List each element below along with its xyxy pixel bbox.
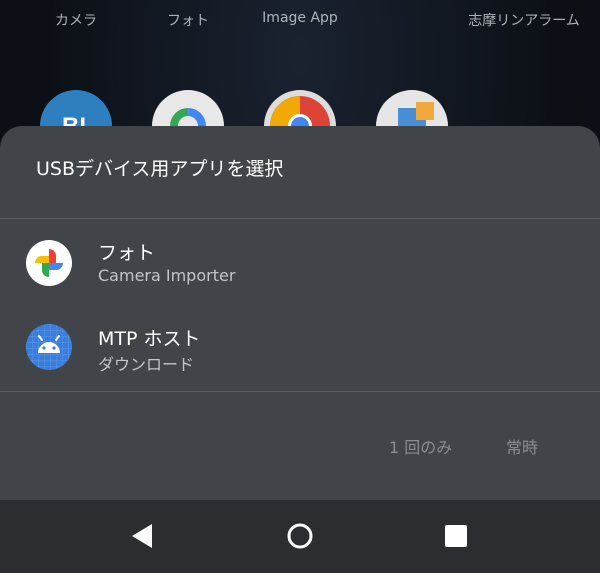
option-mtp-subtitle: ダウンロード	[98, 355, 195, 374]
option-photos[interactable]: フォト Camera Importer	[0, 222, 600, 306]
option-photos-title: フォト	[98, 242, 156, 264]
option-mtp-title: MTP ホスト	[98, 328, 201, 350]
just-once-button[interactable]: 1 回のみ	[389, 434, 452, 458]
app-label-image-app[interactable]: Image App	[262, 10, 338, 26]
recents-icon[interactable]	[436, 516, 476, 556]
always-button[interactable]: 常時	[506, 434, 538, 458]
app-label-camera[interactable]: カメラ	[55, 10, 97, 30]
options-divider	[0, 391, 600, 392]
app-label-alarm[interactable]: 志摩リンアラーム	[468, 10, 580, 30]
navigation-bar	[0, 500, 600, 573]
dialog-title: USBデバイス用アプリを選択	[36, 158, 284, 180]
google-photos-icon	[26, 240, 72, 286]
android-icon	[26, 324, 72, 370]
home-icon[interactable]	[280, 516, 320, 556]
home-app-labels: カメラ フォト Image App 志摩リンアラーム	[0, 0, 600, 38]
option-mtp-host[interactable]: MTP ホスト ダウンロード	[0, 306, 600, 390]
back-icon[interactable]	[122, 516, 162, 556]
title-divider	[0, 218, 600, 219]
app-label-photos[interactable]: フォト	[167, 10, 209, 30]
option-photos-subtitle: Camera Importer	[98, 266, 236, 285]
